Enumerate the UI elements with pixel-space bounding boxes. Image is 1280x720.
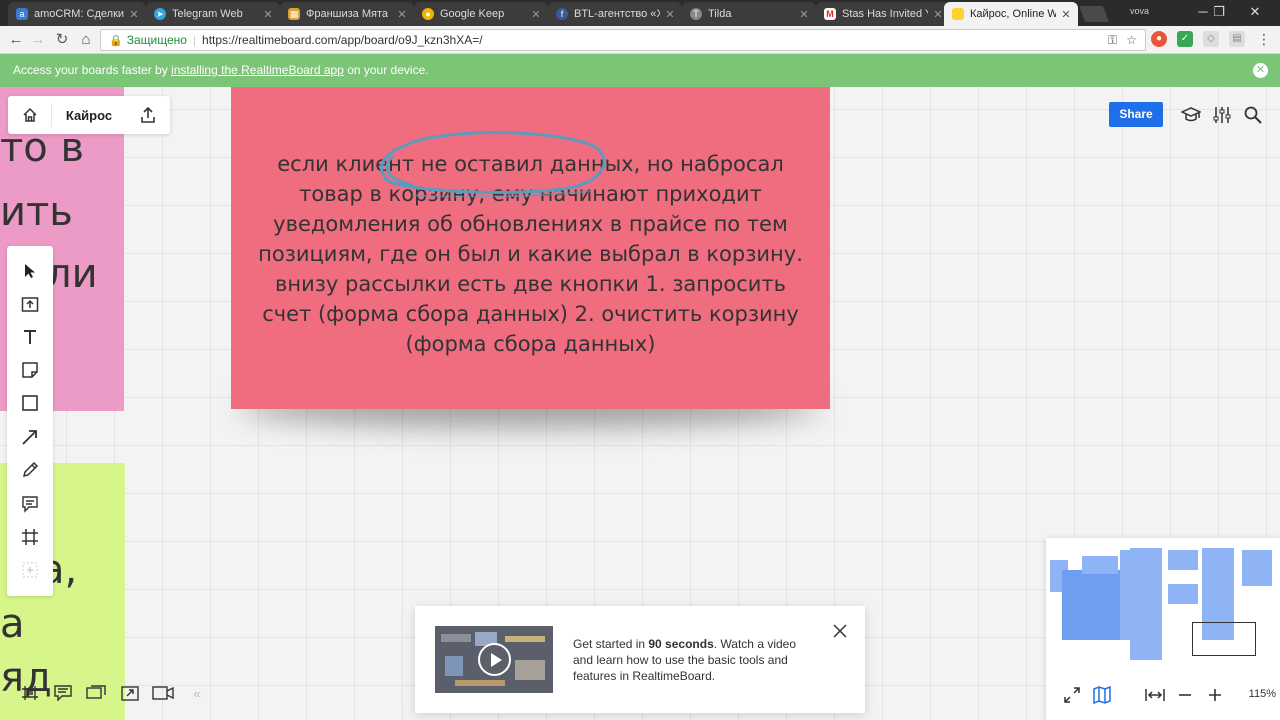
settings-sliders-icon[interactable] bbox=[1211, 104, 1233, 126]
zoom-in-icon[interactable] bbox=[1204, 684, 1226, 706]
browser-tab[interactable]: ▦ Франшиза Мята L ✕ bbox=[280, 2, 414, 26]
close-tab-icon[interactable]: ✕ bbox=[1060, 8, 1072, 21]
secure-label: Защищено bbox=[126, 33, 187, 47]
close-tab-icon[interactable]: ✕ bbox=[396, 8, 408, 21]
browser-tab[interactable]: T Tilda ✕ bbox=[682, 2, 816, 26]
address-bar[interactable]: 🔒 Защищено | https://realtimeboard.com/a… bbox=[100, 29, 1146, 51]
facebook-icon: f bbox=[556, 8, 568, 20]
restore-icon[interactable]: ❐ bbox=[1204, 3, 1234, 21]
install-app-banner: Access your boards faster by installing … bbox=[0, 54, 1280, 87]
forward-icon[interactable]: → bbox=[28, 30, 48, 50]
close-tab-icon[interactable]: ✕ bbox=[798, 8, 810, 21]
map-icon[interactable] bbox=[1091, 684, 1113, 706]
video-call-icon[interactable] bbox=[151, 682, 175, 704]
browser-tab[interactable]: f BTL-агентство «Хо ✕ bbox=[548, 2, 682, 26]
minimap-preview[interactable] bbox=[1048, 546, 1276, 668]
close-icon[interactable]: ✕ bbox=[1253, 63, 1268, 78]
extension-icon[interactable]: ◇ bbox=[1203, 31, 1219, 47]
browser-toolbar: ← → ↻ ⌂ 🔒 Защищено | https://realtimeboa… bbox=[0, 26, 1280, 54]
lock-icon: 🔒 bbox=[109, 34, 123, 47]
browser-tab[interactable]: ➤ Telegram Web ✕ bbox=[146, 2, 280, 26]
board-header: Кайрос bbox=[8, 96, 170, 134]
zoom-level[interactable]: 115% bbox=[1249, 688, 1276, 700]
minimap-viewport[interactable] bbox=[1192, 622, 1256, 656]
tools-panel bbox=[7, 246, 53, 596]
close-icon[interactable] bbox=[831, 622, 849, 640]
search-icon[interactable] bbox=[1242, 104, 1264, 126]
browser-tab-active[interactable]: Кайрос, Online Wh ✕ bbox=[944, 2, 1078, 26]
learning-cap-icon[interactable] bbox=[1180, 104, 1202, 126]
zoom-controls: 115% bbox=[1046, 680, 1280, 710]
screen-share-icon[interactable] bbox=[84, 682, 108, 704]
home-button[interactable] bbox=[8, 103, 52, 127]
franchise-icon: ▦ bbox=[288, 8, 300, 20]
fullscreen-icon[interactable] bbox=[1061, 684, 1083, 706]
close-tab-icon[interactable]: ✕ bbox=[128, 8, 140, 21]
omnibox-divider: | bbox=[192, 33, 197, 47]
keep-icon: ● bbox=[422, 8, 434, 20]
comments-icon[interactable] bbox=[51, 682, 75, 704]
board-name[interactable]: Кайрос bbox=[52, 108, 126, 123]
telegram-icon: ➤ bbox=[154, 8, 166, 20]
home-icon bbox=[22, 107, 37, 122]
minimap[interactable]: 115% bbox=[1046, 538, 1280, 720]
upload-icon bbox=[141, 107, 155, 123]
text-tool-icon[interactable] bbox=[19, 326, 41, 348]
bookmark-star-icon[interactable]: ☆ bbox=[1126, 33, 1137, 47]
browser-tab-strip: a amoCRM: Сделки ✕ ➤ Telegram Web ✕ ▦ Фр… bbox=[0, 0, 1280, 26]
comment-tool-icon[interactable] bbox=[19, 493, 41, 515]
amocrm-icon: a bbox=[16, 8, 28, 20]
close-tab-icon[interactable]: ✕ bbox=[262, 8, 274, 21]
intro-video-text: Get started in 90 seconds. Watch a video… bbox=[573, 637, 797, 683]
browser-tab[interactable]: M Stas Has Invited Yo ✕ bbox=[816, 2, 950, 26]
gmail-icon: M bbox=[824, 8, 836, 20]
share-button[interactable]: Share bbox=[1109, 102, 1163, 127]
reload-icon[interactable]: ↻ bbox=[52, 30, 72, 50]
sticky-note-text: если клиент не оставил данных, но наброс… bbox=[258, 152, 803, 356]
sticky-note-text: ли bbox=[46, 251, 98, 297]
play-icon[interactable] bbox=[478, 643, 511, 676]
browser-tab[interactable]: ● Google Keep ✕ bbox=[414, 2, 548, 26]
tilda-icon: T bbox=[690, 8, 702, 20]
video-thumbnail[interactable] bbox=[435, 626, 553, 693]
export-button[interactable] bbox=[126, 107, 170, 123]
window-close-icon[interactable]: ✕ bbox=[1240, 3, 1270, 21]
frames-icon[interactable] bbox=[18, 682, 42, 704]
arrow-tool-icon[interactable] bbox=[19, 426, 41, 448]
banner-text: on your device. bbox=[343, 63, 429, 77]
pdf-extension-icon[interactable]: ▤ bbox=[1229, 31, 1245, 47]
new-tab-button[interactable] bbox=[1079, 6, 1109, 22]
add-more-tools-icon[interactable] bbox=[19, 559, 41, 581]
share-screen-icon[interactable] bbox=[118, 682, 142, 704]
close-tab-icon[interactable]: ✕ bbox=[664, 8, 676, 21]
install-app-link[interactable]: installing the RealtimeBoard app bbox=[171, 63, 344, 77]
realtimeboard-icon bbox=[952, 8, 964, 20]
pen-tool-icon[interactable] bbox=[19, 459, 41, 481]
menu-icon[interactable]: ⋮ bbox=[1256, 31, 1272, 47]
sticky-note-tool-icon[interactable] bbox=[19, 359, 41, 381]
close-tab-icon[interactable]: ✕ bbox=[932, 8, 944, 21]
intro-video-popup: Get started in 90 seconds. Watch a video… bbox=[415, 606, 865, 713]
upload-file-icon[interactable] bbox=[19, 293, 41, 315]
banner-text: Access your boards faster by bbox=[13, 63, 172, 77]
sticky-note-text: а bbox=[0, 601, 25, 647]
sticky-note-text: ить bbox=[0, 189, 73, 235]
zoom-out-icon[interactable] bbox=[1174, 684, 1196, 706]
home-icon[interactable]: ⌂ bbox=[76, 30, 96, 50]
collapse-icon[interactable]: « bbox=[185, 682, 209, 704]
extension-icon[interactable]: ● bbox=[1151, 31, 1167, 47]
frame-tool-icon[interactable] bbox=[19, 526, 41, 548]
close-tab-icon[interactable]: ✕ bbox=[530, 8, 542, 21]
shape-tool-icon[interactable] bbox=[19, 392, 41, 414]
key-icon[interactable]: ⚿ bbox=[1108, 33, 1117, 48]
select-cursor-icon[interactable] bbox=[19, 260, 41, 282]
shield-extension-icon[interactable]: ✓ bbox=[1177, 31, 1193, 47]
url-text: https://realtimeboard.com/app/board/o9J_… bbox=[202, 33, 483, 47]
profile-label: vova bbox=[1130, 6, 1150, 16]
back-icon[interactable]: ← bbox=[6, 30, 26, 50]
fit-width-icon[interactable] bbox=[1144, 684, 1166, 706]
browser-tab[interactable]: a amoCRM: Сделки ✕ bbox=[8, 2, 146, 26]
sticky-note-main[interactable]: если клиент не оставил данных, но наброс… bbox=[231, 87, 830, 409]
